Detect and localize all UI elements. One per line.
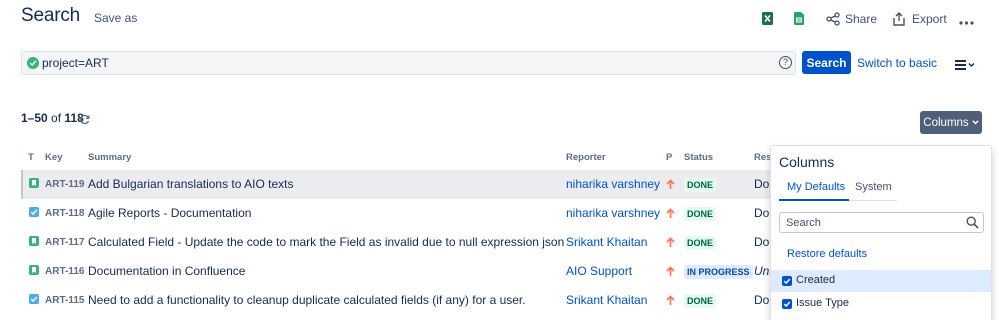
- priority-high-icon: [666, 264, 675, 282]
- share-icon: [826, 12, 840, 26]
- columns-panel: Columns My Defaults System Search Restor…: [770, 145, 992, 320]
- reporter-link[interactable]: niharika varshney: [566, 206, 660, 220]
- column-option-created[interactable]: Created: [771, 270, 991, 292]
- tab-my-defaults[interactable]: My Defaults: [787, 181, 845, 201]
- tab-system[interactable]: System: [855, 181, 892, 201]
- more-actions-button[interactable]: [959, 14, 974, 32]
- switch-to-basic-link[interactable]: Switch to basic: [857, 56, 937, 70]
- share-button[interactable]: Share: [826, 10, 877, 28]
- table-row[interactable]: ART-116 Documentation in Confluence AIO …: [21, 257, 781, 286]
- column-header-summary[interactable]: Summary: [88, 152, 131, 163]
- issue-summary-link[interactable]: Agile Reports - Documentation: [88, 206, 251, 220]
- priority-high-icon: [666, 206, 675, 224]
- priority-high-icon: [666, 293, 675, 311]
- reporter-link[interactable]: AIO Support: [566, 264, 632, 278]
- issue-summary-link[interactable]: Calculated Field - Update the code to ma…: [88, 235, 564, 249]
- results-count: 1–50 of 118: [21, 111, 84, 125]
- reporter-link[interactable]: niharika varshney: [566, 177, 660, 191]
- issue-summary-link[interactable]: Add Bulgarian translations to AIO texts: [88, 177, 293, 191]
- table-row[interactable]: ART-118 Agile Reports - Documentation ni…: [21, 199, 781, 228]
- chevron-down-icon: [971, 120, 979, 125]
- task-icon: [29, 207, 39, 217]
- columns-search-input[interactable]: Search: [779, 212, 984, 233]
- search-icon: [966, 216, 979, 229]
- restore-defaults-link[interactable]: Restore defaults: [787, 248, 867, 260]
- status-badge: DONE: [684, 236, 717, 250]
- column-header-priority[interactable]: P: [666, 152, 672, 163]
- column-header-type[interactable]: T: [28, 152, 34, 163]
- columns-button-label: Columns: [923, 116, 969, 129]
- status-badge: DONE: [684, 207, 717, 221]
- jql-query-text: project=ART: [42, 56, 109, 70]
- checkbox-checked-icon[interactable]: [782, 276, 792, 286]
- jql-query-field[interactable]: project=ART ?: [21, 51, 796, 75]
- reporter-link[interactable]: Srikant Khaitan: [566, 235, 647, 249]
- column-header-reporter[interactable]: Reporter: [566, 152, 606, 163]
- page-title: Search: [21, 5, 81, 26]
- column-header-status[interactable]: Status: [684, 152, 713, 163]
- sheets-export-icon[interactable]: [794, 9, 804, 27]
- refresh-icon[interactable]: [79, 112, 90, 130]
- valid-query-icon: [27, 57, 39, 69]
- column-option-label: Issue Type: [796, 297, 849, 309]
- share-label: Share: [845, 12, 878, 26]
- issue-key-link[interactable]: ART-119: [45, 179, 84, 190]
- columns-button[interactable]: Columns: [920, 111, 982, 134]
- priority-high-icon: [666, 235, 675, 253]
- issue-summary-link[interactable]: Need to add a functionality to cleanup d…: [88, 293, 526, 307]
- checkbox-checked-icon[interactable]: [782, 299, 792, 309]
- status-badge: DONE: [684, 294, 717, 308]
- active-tab-indicator: [779, 199, 849, 201]
- status-badge: DONE: [684, 178, 717, 192]
- priority-high-icon: [666, 177, 675, 195]
- issue-key-link[interactable]: ART-118: [45, 208, 84, 219]
- issue-key-link[interactable]: ART-117: [45, 237, 84, 248]
- reporter-link[interactable]: Srikant Khaitan: [566, 293, 647, 307]
- columns-search-placeholder: Search: [786, 217, 821, 229]
- issue-key-link[interactable]: ART-116: [45, 266, 84, 277]
- table-row[interactable]: ART-119 Add Bulgarian translations to AI…: [21, 170, 781, 199]
- issue-key-link[interactable]: ART-115: [45, 295, 84, 306]
- story-icon: [29, 265, 39, 275]
- column-header-resolution[interactable]: Reso: [754, 152, 770, 163]
- story-icon: [29, 236, 39, 246]
- view-menu-button[interactable]: [955, 57, 975, 75]
- search-button[interactable]: Search: [802, 51, 851, 74]
- help-icon[interactable]: ?: [779, 56, 792, 69]
- export-label: Export: [912, 12, 947, 26]
- excel-export-icon[interactable]: [762, 9, 773, 27]
- status-badge: IN PROGRESS: [684, 265, 753, 279]
- export-icon: [893, 12, 905, 26]
- list-view-icon: [955, 60, 975, 70]
- columns-panel-title: Columns: [779, 154, 835, 170]
- column-option-issue-type[interactable]: Issue Type: [771, 293, 991, 315]
- save-as-button[interactable]: Save as: [94, 11, 137, 25]
- issue-summary-link[interactable]: Documentation in Confluence: [88, 264, 245, 278]
- column-option-label: Created: [796, 274, 836, 286]
- story-icon: [29, 178, 39, 188]
- more-icon: [959, 21, 974, 25]
- table-row[interactable]: ART-117 Calculated Field - Update the co…: [21, 228, 781, 257]
- column-header-key[interactable]: Key: [45, 152, 62, 163]
- export-button[interactable]: Export: [893, 10, 947, 28]
- task-icon: [29, 294, 39, 304]
- table-row[interactable]: ART-115 Need to add a functionality to c…: [21, 286, 781, 315]
